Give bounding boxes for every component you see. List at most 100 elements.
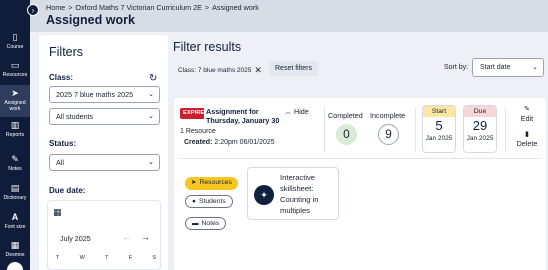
edit-button[interactable]: ✎ Edit (514, 106, 540, 123)
resource-item-title: Interactive skillsheet: Counting in mult… (280, 173, 319, 215)
sidebar-item-label: Reports (5, 132, 25, 138)
students-tab-label: Students (198, 198, 226, 205)
person-icon: ● (192, 198, 196, 205)
breadcrumb-separator: > (68, 3, 73, 12)
pencil-icon: ✎ (11, 154, 19, 164)
students-select-value: All students (56, 112, 94, 121)
divider (505, 108, 506, 152)
notes-tab[interactable]: ▬ Notes (185, 217, 227, 230)
class-select[interactable]: 2025 7 blue maths 2025 ⌄ (49, 86, 160, 103)
previous-month-icon[interactable]: ← (122, 232, 131, 242)
calendar-icon[interactable]: ▦ (53, 207, 62, 218)
students-select[interactable]: All students ⌄ (49, 108, 160, 125)
delete-button[interactable]: ▮ Delete (514, 131, 540, 148)
divider (180, 158, 540, 159)
sidebar-item-resources[interactable]: ▭ Resources (0, 60, 30, 82)
hide-label: Hide (294, 107, 309, 116)
delete-label: Delete (516, 139, 538, 148)
folder-icon: ▭ (10, 60, 20, 70)
hide-toggle[interactable]: ︿ Hide (285, 107, 309, 116)
incomplete-label: Incomplete (370, 111, 406, 120)
weekday-label: T (56, 255, 60, 261)
due-label: Due (464, 106, 496, 117)
next-month-icon[interactable]: → (141, 232, 150, 242)
sort-select-value: Start date (480, 64, 511, 71)
due-date-label: Due date: (49, 186, 86, 195)
breadcrumb-course[interactable]: Oxford Maths 7 Victorian Curriculum 2E (75, 3, 202, 12)
class-filter-chip: Class: 7 blue maths 2025 ✕ (178, 63, 262, 77)
class-select-value: 2025 7 blue maths 2025 (56, 90, 134, 99)
bar-chart-icon: ▥ (10, 120, 20, 130)
chip-label: Class: 7 blue maths 2025 (178, 67, 252, 74)
breadcrumb-separator: > (204, 3, 210, 12)
calendar-weekdays: T W T F S (56, 255, 156, 261)
dictionary-icon: ▤ (10, 183, 20, 193)
weekday-label: S (152, 255, 156, 261)
created-label: Created: (184, 139, 213, 146)
page-header: Home > Oxford Maths 7 Victorian Curriculum… (30, 0, 548, 32)
results-title: Filter results (173, 40, 242, 54)
sidebar-item-notes[interactable]: ✎ Notes (0, 154, 30, 176)
note-icon: ▬ (192, 220, 199, 227)
sidebar-item-label: Notes (8, 166, 22, 172)
chevron-right-icon[interactable]: › (27, 4, 39, 16)
sort-select[interactable]: Start date ⌄ (472, 58, 544, 77)
sidebar-item-course[interactable]: ▯ Course (0, 32, 30, 54)
start-label: Start (423, 106, 455, 117)
reset-class-icon[interactable]: ↻ (149, 73, 157, 84)
sidebar-item-desmos[interactable]: ▦ Desmos (0, 240, 30, 262)
assignment-card: EXPIRED Assignment for Thursday, January… (174, 98, 546, 270)
avatar[interactable] (7, 262, 23, 270)
sidebar-item-reports[interactable]: ▥ Reports (0, 120, 30, 142)
weekday-label: F (128, 255, 133, 261)
due-month-year: Jan 2025 (466, 135, 494, 142)
students-tab[interactable]: ● Students (185, 195, 233, 208)
status-label: Status: (49, 139, 77, 148)
filters-title: Filters (49, 45, 84, 59)
breadcrumb-home[interactable]: Home (46, 3, 65, 12)
breadcrumb: Home > Oxford Maths 7 Victorian Curriculum… (46, 3, 259, 12)
sidebar-item-label: Course (6, 44, 24, 50)
chevron-down-icon: ⌄ (148, 159, 154, 166)
resource-count: 1 Resource (180, 128, 216, 135)
edit-label: Edit (520, 114, 534, 123)
chevron-up-icon: ︿ (285, 110, 292, 116)
class-label: Class: (49, 73, 74, 82)
start-date-card: Start 5 Jan 2025 (422, 105, 456, 153)
chevron-down-icon: ⌄ (148, 113, 154, 120)
sidebar-item-label: Font size (4, 224, 26, 230)
start-day: 5 (435, 118, 443, 133)
resources-tab-label: Resources (199, 179, 232, 186)
interactive-cursor-icon: ✦ (254, 185, 274, 205)
resources-tab[interactable]: ➤ Resources (185, 177, 238, 190)
trash-icon: ▮ (525, 131, 529, 138)
reset-filters-button[interactable]: Reset filters (269, 61, 318, 76)
assignment-title: Assignment for Thursday, January 30 (206, 107, 280, 125)
breadcrumb-current: Assigned work (212, 3, 259, 12)
expired-badge: EXPIRED (180, 108, 204, 119)
filters-panel: Filters Class: ↻ 2025 7 blue maths 2025 … (39, 35, 168, 270)
incomplete-count[interactable]: 9 (378, 124, 399, 145)
resource-item-card[interactable]: ✦ Interactive skillsheet: Counting in mu… (247, 167, 339, 220)
due-date-calendar[interactable]: ▦ July 2025 ← → T W T F S (47, 200, 161, 270)
font-size-icon: A (11, 212, 19, 222)
sort-label: Sort by: (444, 64, 469, 71)
status-select[interactable]: All ⌄ (49, 154, 160, 171)
created-value: 2:20pm 06/01/2025 (214, 139, 275, 146)
weekday-label: T (105, 255, 109, 261)
page-title: Assigned work (46, 13, 135, 27)
start-month-year: Jan 2025 (425, 135, 453, 142)
paper-plane-icon: ➤ (11, 88, 19, 98)
sidebar-item-label: Assigned work (4, 100, 26, 112)
pencil-icon: ✎ (524, 106, 530, 113)
sidebar-item-dictionary[interactable]: ▤ Dictionary (0, 183, 30, 205)
due-date-card: Due 29 Jan 2025 (463, 105, 497, 153)
close-icon[interactable]: ✕ (254, 65, 262, 75)
chevron-down-icon: ⌄ (532, 64, 538, 71)
sidebar-item-assigned-work[interactable]: ➤ Assigned work (0, 85, 30, 117)
status-select-value: All (56, 158, 64, 167)
completed-count[interactable]: 0 (336, 124, 357, 145)
sidebar-item-font-size[interactable]: A Font size (0, 212, 30, 234)
created-info: Created: 2:20pm 06/01/2025 (184, 139, 275, 146)
sidebar-item-label: Desmos (5, 252, 25, 258)
